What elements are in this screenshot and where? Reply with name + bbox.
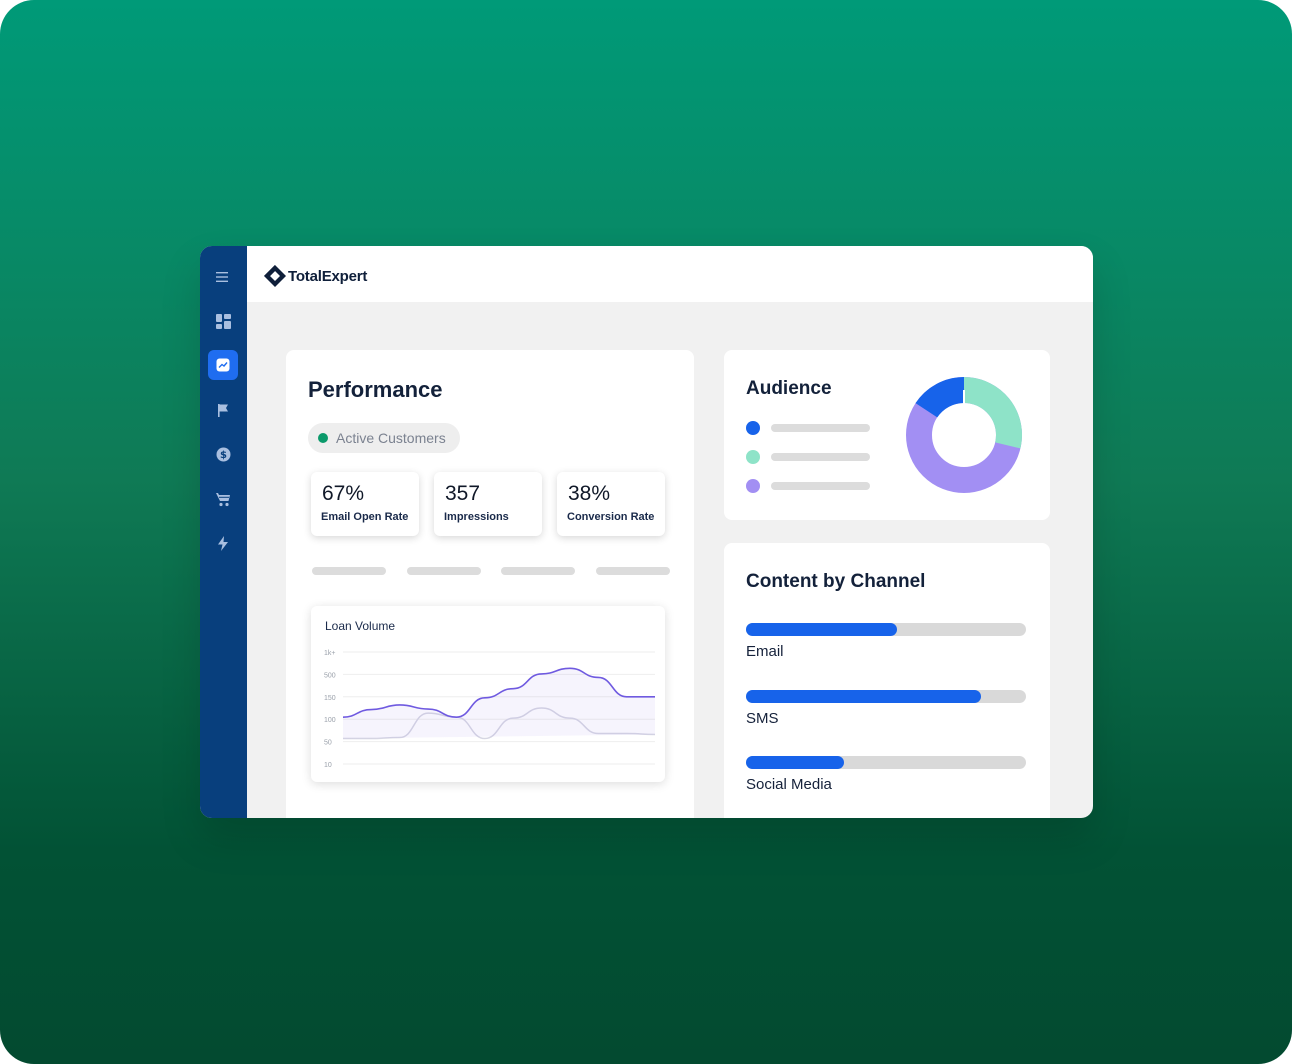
menu-icon[interactable]: [208, 262, 238, 292]
stat-value: 357: [445, 482, 481, 505]
stat-label: Email Open Rate: [321, 511, 409, 523]
cart-icon[interactable]: [208, 484, 238, 514]
legend-placeholder: [771, 453, 870, 461]
y-tick-label: 10: [324, 762, 332, 769]
progress-fill-sms: [746, 690, 982, 703]
legend-placeholder: [771, 482, 870, 490]
app-window: $ TotalExpert Performance Active Custome…: [200, 246, 1093, 818]
stat-value: 38%: [568, 482, 611, 505]
brand-logo[interactable]: TotalExpert: [264, 265, 367, 287]
progress-track-email: [746, 623, 1026, 636]
placeholder-bar: [596, 567, 670, 575]
series-area-fill: [343, 668, 655, 739]
legend-dot: [746, 421, 760, 435]
content-by-channel-card: Content by Channel Email SMS Social Medi…: [724, 543, 1050, 818]
legend-dot: [746, 479, 760, 493]
analytics-icon[interactable]: [208, 350, 238, 380]
progress-fill-social-media: [746, 756, 844, 769]
lightning-icon[interactable]: [208, 528, 238, 558]
svg-text:$: $: [220, 450, 227, 461]
loan-volume-chart: Loan Volume 1k+ 500 150 100 50 10: [311, 606, 665, 782]
flag-icon[interactable]: [208, 395, 238, 425]
dashboard-icon[interactable]: [208, 306, 238, 336]
channel-label-email: Email: [746, 643, 784, 660]
filter-label: Active Customers: [336, 430, 446, 446]
performance-title: Performance: [308, 377, 443, 402]
channel-label-social-media: Social Media: [746, 776, 832, 793]
channel-title: Content by Channel: [746, 571, 926, 592]
top-header: TotalExpert: [247, 246, 1093, 302]
placeholder-bar: [501, 567, 575, 575]
placeholder-bar: [312, 567, 386, 575]
stat-label: Impressions: [444, 511, 509, 523]
performance-card: Performance Active Customers 67% Email O…: [286, 350, 694, 818]
sidebar: $: [200, 246, 247, 818]
loan-volume-plot: 1k+ 500 150 100 50 10: [324, 650, 656, 769]
donut-segment-teal: [963, 377, 1022, 449]
channel-label-sms: SMS: [746, 710, 779, 727]
stat-card-conversion-rate: 38% Conversion Rate: [557, 472, 665, 536]
progress-fill-email: [746, 623, 898, 636]
audience-donut-chart: [906, 377, 1022, 493]
brand-name: TotalExpert: [288, 267, 368, 285]
progress-track-social-media: [746, 756, 1026, 769]
stat-label: Conversion Rate: [567, 511, 655, 523]
legend-dot: [746, 450, 760, 464]
y-tick-label: 50: [324, 740, 332, 747]
placeholder-bar: [407, 567, 481, 575]
stat-card-email-open-rate: 67% Email Open Rate: [311, 472, 419, 536]
legend-placeholder: [771, 424, 870, 432]
progress-track-sms: [746, 690, 1026, 703]
dollar-icon[interactable]: $: [208, 439, 238, 469]
y-tick-label: 500: [324, 672, 336, 679]
audience-card: Audience: [724, 350, 1050, 520]
donut-segment-blue: [915, 377, 965, 419]
logo-icon: [264, 265, 286, 287]
y-tick-label: 100: [324, 717, 336, 724]
background: $ TotalExpert Performance Active Custome…: [0, 0, 1292, 1064]
stat-card-impressions: 357 Impressions: [434, 472, 542, 536]
active-customers-filter[interactable]: Active Customers: [308, 423, 460, 453]
y-tick-label: 150: [324, 695, 336, 702]
status-dot-icon: [318, 433, 328, 443]
stat-value: 67%: [322, 482, 365, 505]
audience-title: Audience: [746, 378, 832, 399]
y-tick-label: 1k+: [324, 650, 335, 657]
